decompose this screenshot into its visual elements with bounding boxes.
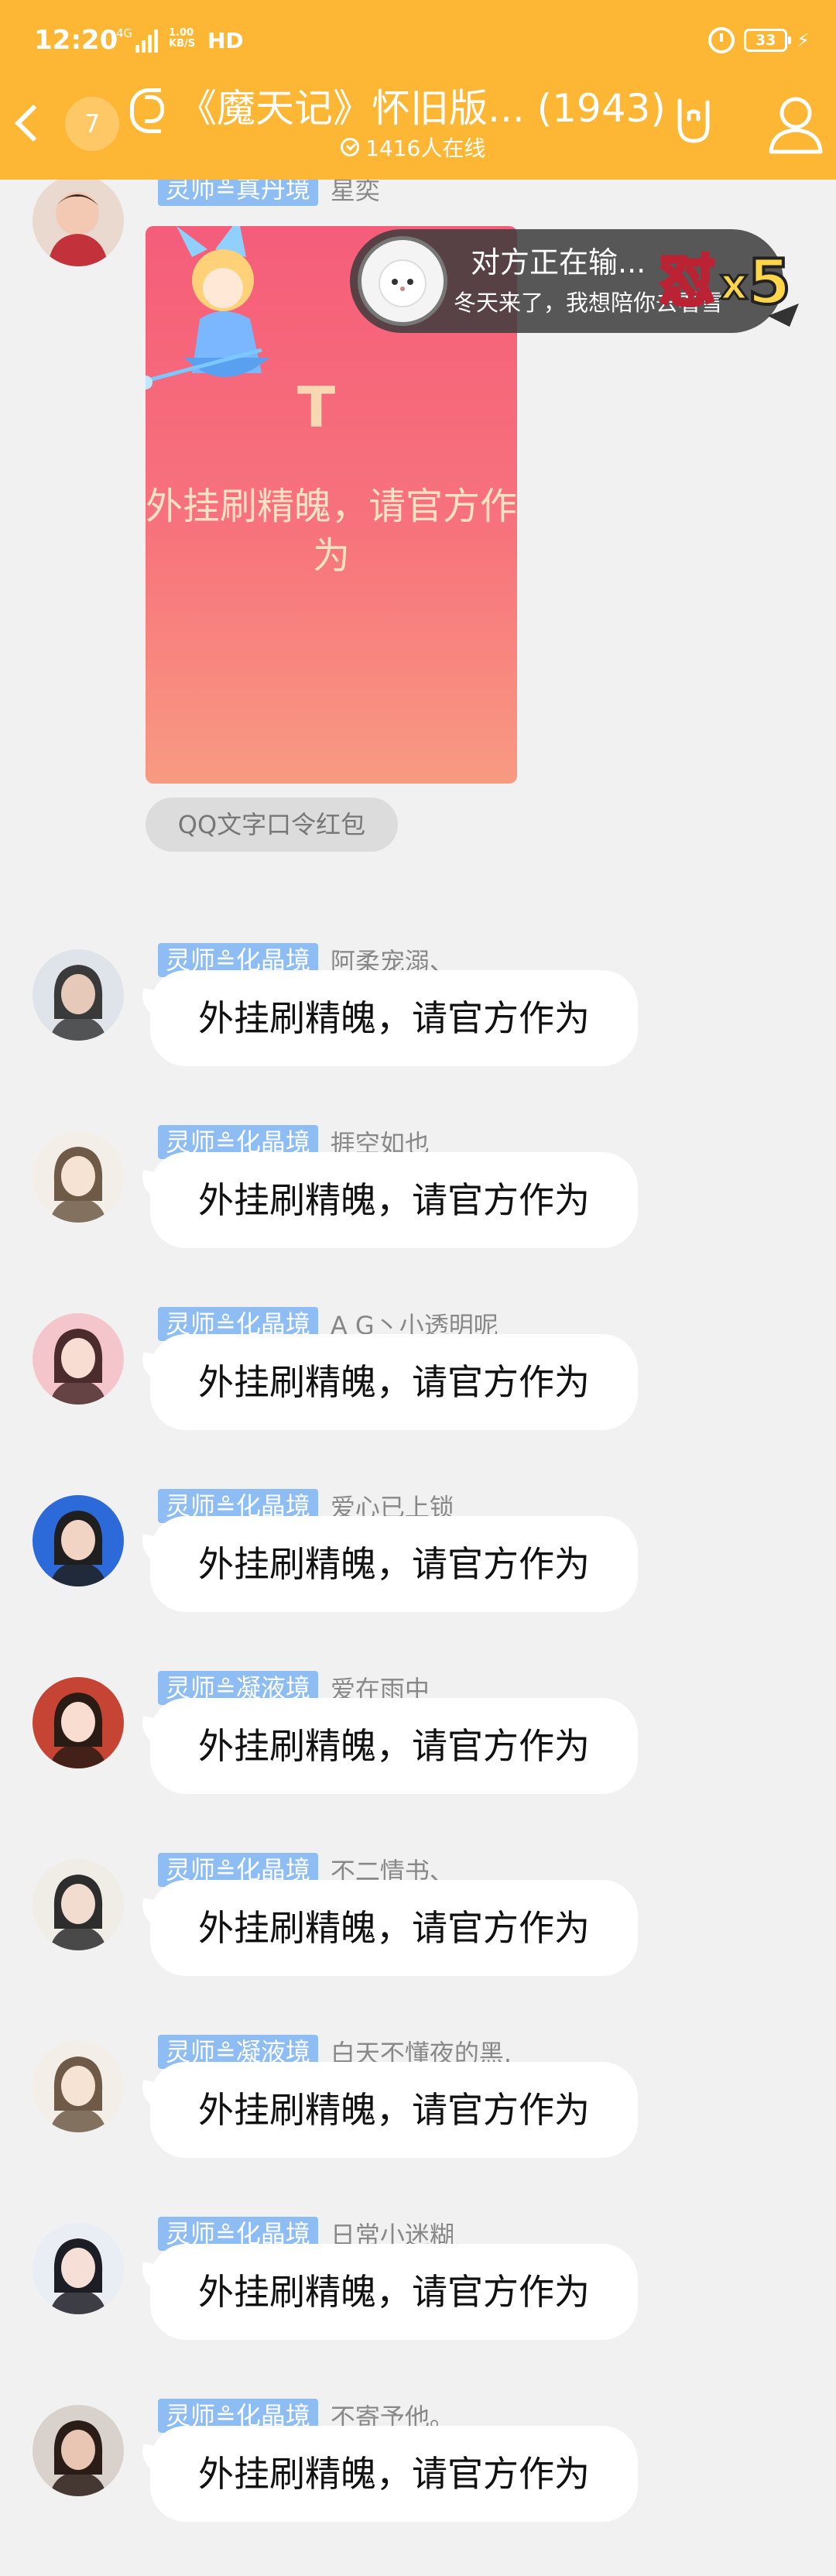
message-bubble[interactable]: 外挂刷精魄，请官方作为 — [150, 2426, 638, 2522]
message-bubble[interactable]: 外挂刷精魄，请官方作为 — [150, 1152, 638, 1248]
message-bubble[interactable]: 外挂刷精魄，请官方作为 — [150, 2062, 638, 2158]
packet-password: 外挂刷精魄，请官方作为 — [146, 485, 517, 578]
back-button[interactable] — [11, 94, 53, 156]
online-count-text: 1416人在线 — [365, 135, 486, 161]
unread-count-badge[interactable]: 7 — [65, 97, 119, 151]
signal-icon — [135, 28, 162, 53]
sender-line: 灵师≗真丹境 星奕 — [158, 180, 380, 208]
typing-notification[interactable]: 对方正在输... 冬天来了，我想陪你去看雪 怼 x 5 — [350, 229, 814, 333]
message-bubble[interactable]: 外挂刷精魄，请官方作为 — [150, 1334, 638, 1430]
svg-text:5: 5 — [748, 246, 791, 318]
online-count: 1416人在线 — [341, 132, 485, 163]
avatar[interactable] — [33, 1859, 124, 1950]
charging-icon: ⚡ — [797, 29, 810, 51]
avatar[interactable] — [33, 2405, 124, 2496]
avatar[interactable] — [33, 1677, 124, 1768]
avatar[interactable] — [33, 180, 124, 266]
network-type: 4G — [116, 26, 133, 40]
avatar[interactable] — [33, 1495, 124, 1586]
network-speed: 1.00 KB/S — [169, 28, 195, 50]
battery-icon: 33 — [744, 29, 792, 52]
avatar[interactable] — [33, 1313, 124, 1405]
sender-name[interactable]: 星奕 — [331, 180, 380, 207]
message-bubble[interactable]: 外挂刷精魄，请官方作为 — [150, 1516, 638, 1612]
online-check-icon — [341, 138, 359, 156]
avatar[interactable] — [33, 1131, 124, 1223]
message-bubble[interactable]: 外挂刷精魄，请官方作为 — [150, 970, 638, 1066]
rank-badge: 灵师≗真丹境 — [158, 180, 318, 206]
chat-header: 12:20 4G 1.00 KB/S HD 33 ⚡ 7 《魔天记》怀旧版...… — [0, 0, 836, 180]
speed-value: 1.00 — [169, 27, 194, 39]
avatar[interactable] — [33, 2041, 124, 2132]
avatar[interactable] — [33, 949, 124, 1041]
avatar[interactable] — [33, 2223, 124, 2314]
alarm-icon — [708, 27, 735, 53]
earpiece-mode-icon[interactable] — [130, 88, 164, 133]
group-title[interactable]: 《魔天记》怀旧版... (1943) — [178, 77, 666, 133]
message-bubble[interactable]: 外挂刷精魄，请官方作为 — [150, 2244, 638, 2340]
speed-unit: KB/S — [169, 38, 196, 50]
group-members-icon[interactable] — [763, 91, 825, 156]
status-time: 12:20 — [34, 25, 118, 56]
group-chat-screen: 12:20 4G 1.00 KB/S HD 33 ⚡ 7 《魔天记》怀旧版...… — [0, 0, 836, 2576]
packet-type-label: QQ文字口令红包 — [146, 797, 398, 852]
message-bubble[interactable]: 外挂刷精魄，请官方作为 — [150, 1698, 638, 1794]
status-bar: 12:20 4G 1.00 KB/S HD 33 ⚡ — [0, 0, 836, 82]
rock-hand-icon[interactable] — [670, 96, 717, 146]
svg-text:怼: 怼 — [660, 249, 715, 314]
status-right: 33 ⚡ — [708, 25, 810, 56]
message-bubble[interactable]: 外挂刷精魄，请官方作为 — [150, 1880, 638, 1976]
message-list[interactable]: 灵师≗真丹境 星奕 T 外挂刷精魄，请官方作为 QQ文字口令红包 对方正在输..… — [0, 180, 836, 2576]
hd-indicator: HD — [207, 28, 244, 53]
combo-emote-icon: 怼 x 5 — [658, 245, 799, 327]
svg-text:x: x — [720, 259, 748, 310]
packet-logo: T — [297, 375, 336, 440]
notification-avatar — [358, 236, 447, 326]
typing-status: 对方正在输... — [471, 245, 646, 280]
chevron-left-icon — [14, 104, 53, 142]
